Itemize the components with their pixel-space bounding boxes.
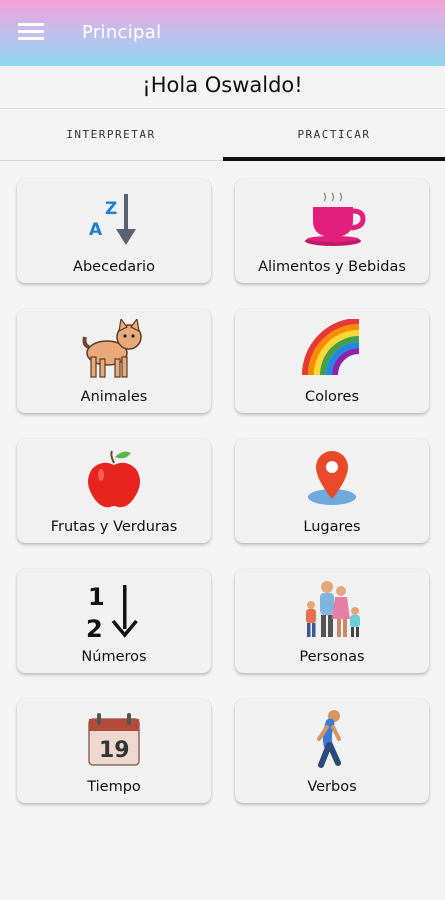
calendar-day-number: 19: [99, 738, 130, 763]
category-label: Animales: [80, 389, 148, 405]
tab-practicar[interactable]: PRACTICAR: [223, 108, 445, 162]
category-card-tiempo[interactable]: 19 Tiempo: [17, 699, 211, 803]
category-card-abecedario[interactable]: Z A Abecedario: [17, 179, 211, 283]
alphabet-sort-icon: Z A: [79, 189, 149, 249]
family-icon: [297, 579, 367, 639]
apple-icon: [79, 449, 149, 509]
category-label: Frutas y Verduras: [50, 519, 178, 535]
category-label: Personas: [299, 649, 365, 665]
active-tab-indicator: [223, 157, 445, 161]
tab-bar: INTERPRETAR PRACTICAR: [0, 108, 445, 162]
category-label: Lugares: [303, 519, 361, 535]
category-label: Verbos: [307, 779, 357, 795]
coffee-cup-icon: [297, 189, 367, 249]
location-pin-icon: [297, 449, 367, 509]
category-label: Colores: [304, 389, 359, 405]
numbers-icon-two: 2: [86, 615, 103, 639]
walking-person-icon: [297, 709, 367, 769]
category-label: Números: [81, 649, 147, 665]
alphabet-icon-a: A: [89, 220, 103, 240]
numbers-icon-one: 1: [88, 583, 105, 611]
greeting-bar: ¡Hola Oswaldo!: [0, 66, 445, 109]
category-card-numeros[interactable]: 1 2 Números: [17, 569, 211, 673]
greeting-text: ¡Hola Oswaldo!: [142, 73, 303, 97]
calendar-icon: 19: [79, 709, 149, 769]
tab-interpretar[interactable]: INTERPRETAR: [0, 108, 222, 162]
alphabet-icon-z: Z: [105, 199, 117, 219]
cat-icon: [79, 317, 149, 379]
category-card-verbos[interactable]: Verbos: [235, 699, 429, 803]
number-sort-icon: 1 2: [79, 579, 149, 643]
category-card-frutas[interactable]: Frutas y Verduras: [17, 439, 211, 543]
app-title: Principal: [82, 22, 162, 43]
app-bar: Principal: [0, 0, 445, 66]
category-label: Abecedario: [73, 259, 155, 275]
rainbow-icon: [297, 318, 367, 379]
category-label: Alimentos y Bebidas: [258, 259, 406, 275]
category-card-colores[interactable]: Colores: [235, 309, 429, 413]
hamburger-menu-icon[interactable]: [18, 20, 44, 42]
category-card-alimentos[interactable]: Alimentos y Bebidas: [235, 179, 429, 283]
category-label: Tiempo: [87, 779, 141, 795]
category-card-lugares[interactable]: Lugares: [235, 439, 429, 543]
category-card-personas[interactable]: Personas: [235, 569, 429, 673]
category-card-animales[interactable]: Animales: [17, 309, 211, 413]
